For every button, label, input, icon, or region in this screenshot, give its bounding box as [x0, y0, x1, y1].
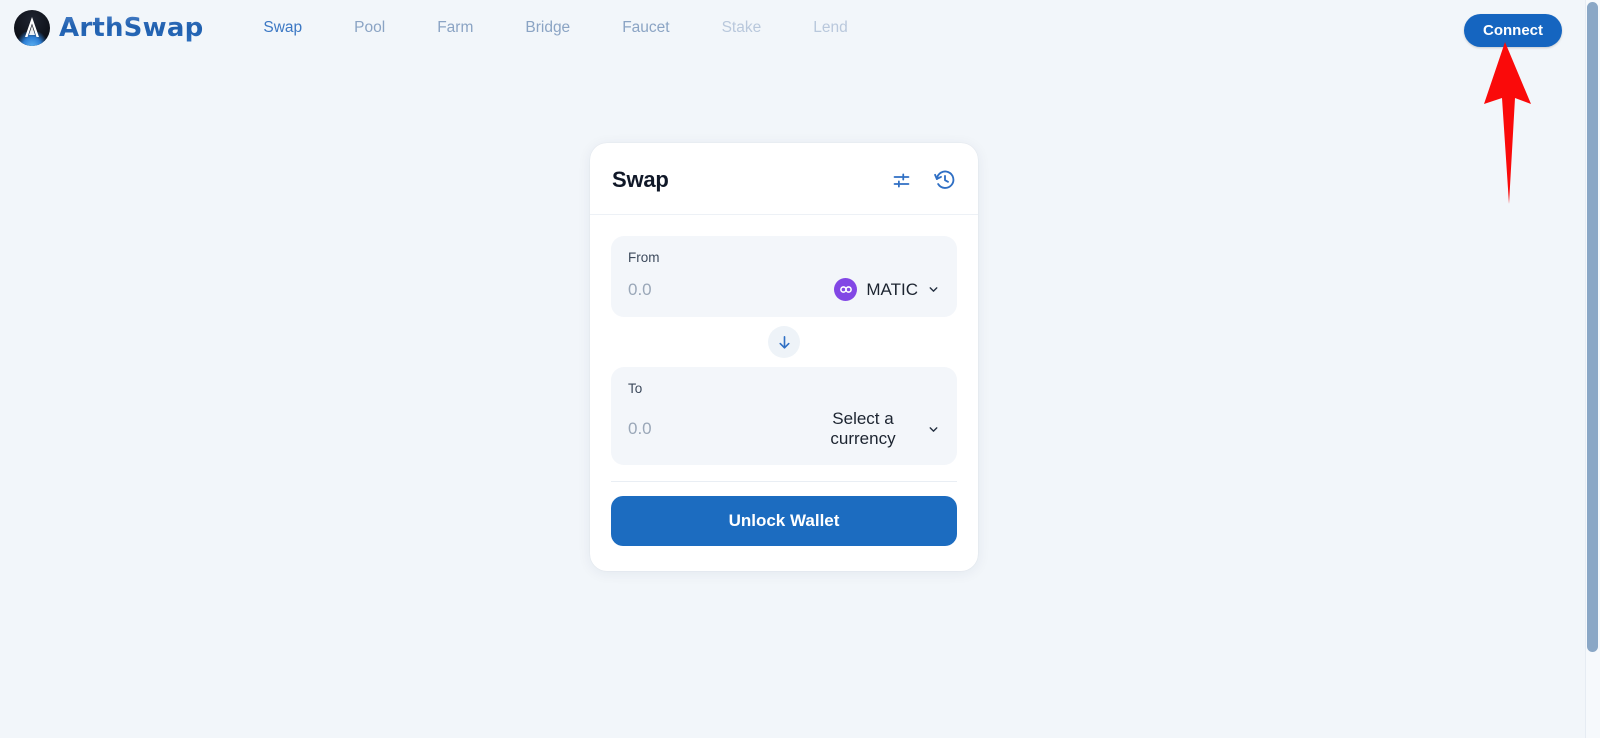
to-label: To — [628, 381, 643, 396]
arrow-down-icon[interactable] — [768, 326, 800, 358]
main-navigation: Swap Pool Farm Bridge Faucet Stake Lend — [237, 13, 873, 43]
settings-icon[interactable] — [891, 170, 912, 191]
from-label: From — [628, 250, 660, 265]
nav-item-lend: Lend — [813, 19, 848, 36]
arthswap-logo-icon — [14, 10, 50, 46]
nav-item-swap[interactable]: Swap — [237, 13, 328, 43]
swap-card-header: Swap — [590, 143, 978, 215]
from-amount-input[interactable] — [628, 279, 808, 300]
from-currency-label: MATIC — [866, 279, 918, 299]
nav-item-faucet[interactable]: Faucet — [596, 13, 695, 43]
to-amount-input[interactable] — [628, 419, 808, 439]
swap-card-body: From MATIC — [590, 215, 978, 571]
brand-logo[interactable]: ArthSwap — [14, 10, 203, 46]
card-divider — [611, 481, 957, 482]
red-up-arrow-annotation — [1484, 42, 1531, 204]
nav-item-farm[interactable]: Farm — [411, 13, 499, 43]
nav-item-stake: Stake — [721, 19, 762, 36]
history-icon[interactable] — [934, 169, 956, 191]
to-currency-selector[interactable]: Select a currency — [808, 409, 940, 449]
page-scrollbar-thumb[interactable] — [1587, 2, 1598, 652]
unlock-wallet-button[interactable]: Unlock Wallet — [611, 496, 957, 546]
nav-item-pool[interactable]: Pool — [328, 13, 411, 43]
nav-item-bridge[interactable]: Bridge — [499, 13, 596, 43]
chevron-down-icon — [927, 423, 940, 436]
to-currency-label: Select a currency — [830, 409, 896, 448]
to-field: To Select a currency — [611, 367, 957, 465]
connect-wallet-button[interactable]: Connect — [1464, 14, 1562, 47]
from-field: From MATIC — [611, 236, 957, 317]
app-header: ArthSwap Swap Pool Farm Bridge Faucet St… — [0, 0, 1600, 56]
swap-direction-wrapper — [611, 317, 957, 367]
chevron-down-icon — [927, 283, 940, 296]
matic-token-icon — [834, 278, 858, 301]
swap-card-title: Swap — [612, 167, 669, 192]
from-currency-selector[interactable]: MATIC — [834, 278, 940, 301]
brand-name: ArthSwap — [59, 13, 204, 43]
page-scrollbar[interactable] — [1585, 0, 1600, 738]
swap-card: Swap From 0.0 MATIC To 0.0 Select a curr… — [590, 143, 978, 571]
swap-card-actions — [891, 169, 956, 191]
